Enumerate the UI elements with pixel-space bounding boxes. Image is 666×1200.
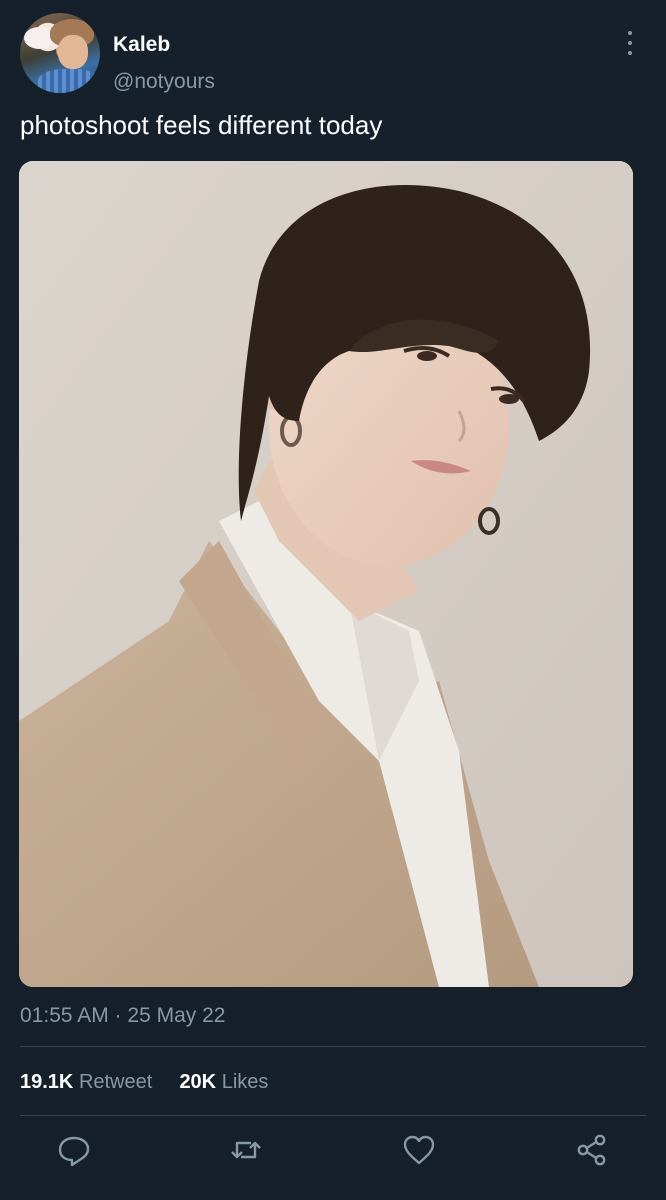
- photo-illustration: [19, 161, 633, 987]
- more-options-icon[interactable]: [622, 31, 638, 55]
- author-name[interactable]: Kaleb: [113, 33, 170, 57]
- tweet: Kaleb @notyours photoshoot feels differe…: [0, 0, 666, 1200]
- tweet-stats: 19.1K Retweet 20K Likes: [20, 1071, 268, 1094]
- retweet-count[interactable]: 19.1K: [20, 1071, 73, 1093]
- retweet-label[interactable]: Retweet: [79, 1071, 152, 1093]
- tweet-timestamp[interactable]: 01:55 AM · 25 May 22: [20, 1004, 225, 1028]
- tweet-header: Kaleb @notyours: [20, 13, 646, 95]
- author-handle[interactable]: @notyours: [113, 70, 215, 94]
- like-icon[interactable]: [399, 1130, 439, 1170]
- divider: [20, 1115, 646, 1116]
- avatar-face-shape: [58, 35, 88, 69]
- likes-label[interactable]: Likes: [222, 1071, 269, 1093]
- tweet-photo[interactable]: [19, 161, 633, 987]
- share-icon[interactable]: [572, 1130, 612, 1170]
- divider: [20, 1046, 646, 1047]
- avatar[interactable]: [20, 13, 100, 93]
- more-dot: [628, 31, 632, 35]
- tweet-text: photoshoot feels different today: [20, 110, 383, 140]
- more-dot: [628, 51, 632, 55]
- more-dot: [628, 41, 632, 45]
- avatar-shirt-shape: [38, 69, 100, 93]
- likes-count[interactable]: 20K: [179, 1071, 216, 1093]
- reply-icon[interactable]: [54, 1130, 94, 1170]
- tweet-actions: [0, 1130, 666, 1178]
- retweet-icon[interactable]: [226, 1130, 266, 1170]
